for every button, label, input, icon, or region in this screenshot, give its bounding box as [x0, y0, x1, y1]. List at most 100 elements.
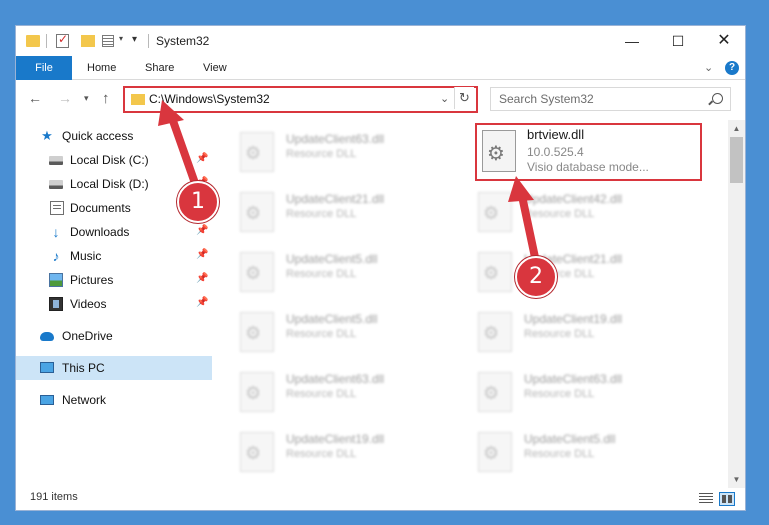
address-bar[interactable]: C:\Windows\System32 ⌄ [123, 86, 478, 113]
drive-icon [49, 180, 63, 189]
title-bar: ▾ ▾ System32 — ☐ ✕ [16, 26, 745, 56]
search-input[interactable]: Search System32 [490, 87, 731, 111]
file-item[interactable]: UpdateClient21.dll Resource DLL [456, 246, 686, 298]
onedrive-icon [40, 332, 54, 341]
status-bar: 191 items [16, 488, 745, 510]
tab-home[interactable]: Home [87, 56, 116, 80]
navigation-pane: ★ Quick access Local Disk (C:) 📌 Local D… [16, 120, 212, 488]
scroll-up-icon[interactable]: ▲ [728, 120, 745, 137]
dll-file-icon [478, 252, 512, 292]
pin-icon: 📌 [196, 273, 209, 284]
search-placeholder: Search System32 [499, 92, 594, 106]
sidebar-item-label: Downloads [70, 225, 130, 239]
sidebar-item-this-pc[interactable]: This PC [16, 356, 212, 380]
search-icon[interactable] [712, 93, 723, 104]
file-item[interactable]: UpdateClient21.dll Resource DLL [218, 186, 448, 238]
file-type: Resource DLL [286, 328, 357, 340]
title-divider [148, 34, 149, 48]
file-item[interactable]: UpdateClient19.dll Resource DLL [218, 426, 448, 478]
sidebar-item-label: Quick access [62, 129, 134, 143]
up-button[interactable]: ↑ [102, 90, 110, 107]
help-icon[interactable]: ? [725, 61, 739, 75]
properties-check-icon[interactable] [56, 32, 69, 48]
file-name: UpdateClient5.dll [286, 252, 378, 266]
tab-share[interactable]: Share [145, 56, 174, 80]
scroll-thumb[interactable] [730, 137, 743, 183]
step-2-badge: 2 [515, 256, 557, 298]
close-button[interactable]: ✕ [701, 26, 745, 56]
sidebar-item-onedrive[interactable]: OneDrive [16, 324, 212, 348]
properties-icon[interactable] [102, 35, 114, 47]
file-name: UpdateClient21.dll [286, 192, 385, 206]
tiles-view-icon[interactable] [719, 492, 735, 506]
file-item[interactable]: UpdateClient63.dll Resource DLL [218, 126, 448, 178]
sidebar-item-downloads[interactable]: ↓ Downloads 📌 [16, 220, 212, 244]
address-path[interactable]: C:\Windows\System32 [149, 92, 270, 106]
file-name: UpdateClient19.dll [286, 432, 385, 446]
sidebar-item-label: Pictures [70, 273, 114, 287]
dll-file-icon [478, 312, 512, 352]
back-button[interactable]: ← [28, 90, 42, 106]
file-item[interactable]: UpdateClient5.dll Resource DLL [456, 426, 686, 478]
dll-file-icon [240, 312, 274, 352]
selected-file-brtview[interactable]: brtview.dll 10.0.525.4 Visio database mo… [475, 123, 702, 181]
pin-icon: 📌 [196, 297, 209, 308]
ribbon-tabs: File Home Share View ⌄ ? [16, 56, 745, 80]
sidebar-item-music[interactable]: ♪ Music 📌 [16, 244, 212, 268]
maximize-button[interactable]: ☐ [655, 26, 701, 56]
vertical-scrollbar[interactable]: ▲ ▼ [728, 120, 745, 488]
customize-toolbar-icon[interactable]: ▾ [132, 34, 137, 50]
sidebar-item-label: Local Disk (D:) [70, 177, 149, 191]
sidebar-item-local-disk-c[interactable]: Local Disk (C:) 📌 [16, 148, 212, 172]
scroll-down-icon[interactable]: ▼ [728, 471, 745, 488]
file-list: UpdateClient63.dll Resource DLL UpdateCl… [218, 120, 726, 488]
file-type: Resource DLL [524, 208, 595, 220]
file-item[interactable]: UpdateClient42.dll Resource DLL [456, 186, 686, 238]
item-count: 191 items [30, 491, 78, 503]
sidebar-item-quick-access[interactable]: ★ Quick access [16, 124, 212, 148]
sidebar-item-network[interactable]: Network [16, 388, 212, 412]
file-type: Resource DLL [286, 268, 357, 280]
dll-file-icon [240, 192, 274, 232]
file-item[interactable]: UpdateClient5.dll Resource DLL [218, 306, 448, 358]
quick-access-dropdown-icon[interactable]: ▾ [119, 34, 123, 50]
file-name: UpdateClient63.dll [286, 132, 385, 146]
new-folder-icon[interactable] [81, 35, 95, 47]
file-name: UpdateClient5.dll [286, 312, 378, 326]
pin-icon: 📌 [196, 225, 209, 236]
file-name: UpdateClient63.dll [286, 372, 385, 386]
tab-view[interactable]: View [203, 56, 227, 80]
sidebar-item-pictures[interactable]: Pictures 📌 [16, 268, 212, 292]
file-name: UpdateClient42.dll [524, 192, 623, 206]
file-name: brtview.dll [527, 127, 585, 142]
minimize-button[interactable]: — [609, 26, 655, 56]
file-item[interactable]: UpdateClient19.dll Resource DLL [456, 306, 686, 358]
file-name: UpdateClient5.dll [524, 432, 616, 446]
pin-icon: 📌 [196, 249, 209, 260]
downloads-icon: ↓ [52, 224, 60, 240]
window-title: System32 [156, 34, 210, 48]
refresh-button[interactable]: ↻ [454, 87, 474, 109]
dll-file-icon [482, 130, 516, 172]
drive-icon [49, 156, 63, 165]
expand-ribbon-icon[interactable]: ⌄ [704, 61, 713, 74]
sidebar-item-label: Local Disk (C:) [70, 153, 149, 167]
forward-button[interactable]: → [58, 90, 72, 106]
dll-file-icon [240, 252, 274, 292]
dll-file-icon [478, 372, 512, 412]
file-item[interactable]: UpdateClient5.dll Resource DLL [218, 246, 448, 298]
address-dropdown-icon[interactable]: ⌄ [440, 92, 449, 105]
toolbar-divider [46, 34, 47, 48]
star-icon: ★ [41, 128, 53, 143]
sidebar-item-label: This PC [62, 361, 105, 375]
file-item[interactable]: UpdateClient63.dll Resource DLL [218, 366, 448, 418]
tab-file[interactable]: File [16, 56, 72, 80]
folder-icon [131, 94, 145, 105]
dll-file-icon [478, 192, 512, 232]
details-view-icon[interactable] [699, 493, 713, 504]
file-version: 10.0.525.4 [527, 145, 584, 159]
sidebar-item-videos[interactable]: Videos 📌 [16, 292, 212, 316]
file-item[interactable]: UpdateClient63.dll Resource DLL [456, 366, 686, 418]
recent-locations-button[interactable]: ▾ [84, 93, 89, 104]
sidebar-item-label: Network [62, 393, 107, 407]
